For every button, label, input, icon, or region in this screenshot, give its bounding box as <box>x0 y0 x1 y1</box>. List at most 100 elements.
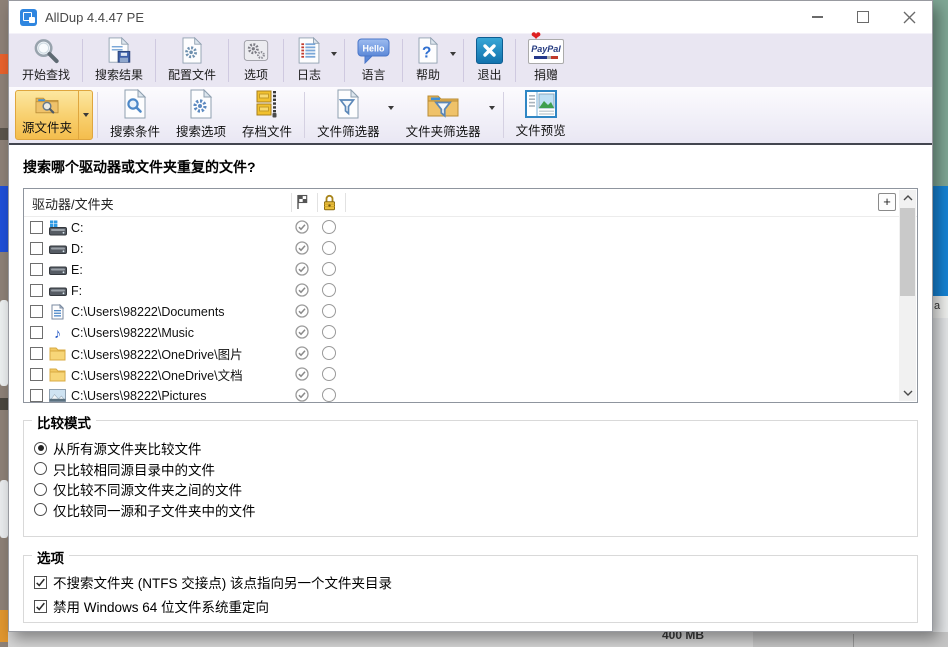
toolbar-separator <box>155 39 156 82</box>
checkbox-checked[interactable] <box>34 600 47 613</box>
close-button[interactable] <box>886 1 932 33</box>
search-enabled-icon[interactable] <box>295 388 309 402</box>
tab-archive-files[interactable]: 存档文件 <box>234 86 300 144</box>
list-item-drive-c[interactable]: C: <box>24 217 917 238</box>
search-results-button[interactable]: 搜索结果 <box>86 34 152 87</box>
scroll-down-button[interactable] <box>899 385 916 401</box>
tab-file-preview[interactable]: 文件预览 <box>508 87 574 143</box>
list-item-onedrive-documents[interactable]: C:\Users\98222\OneDrive\文档 <box>24 364 917 385</box>
protect-circle[interactable] <box>322 220 336 234</box>
search-enabled-icon[interactable] <box>295 346 309 360</box>
row-checkbox[interactable] <box>30 326 43 339</box>
search-enabled-icon[interactable] <box>295 325 309 339</box>
chevron-down-icon <box>489 106 495 110</box>
tab-source-folders[interactable]: 源文件夹 <box>15 90 93 140</box>
row-path: C: <box>71 221 84 235</box>
profiles-button[interactable]: 配置文件 <box>159 34 225 87</box>
row-checkbox[interactable] <box>30 221 43 234</box>
row-checkbox[interactable] <box>30 368 43 381</box>
tab-search-options[interactable]: 搜索选项 <box>168 86 234 144</box>
search-enabled-icon[interactable] <box>295 367 309 381</box>
scroll-up-button[interactable] <box>899 190 916 206</box>
exit-button[interactable]: 退出 <box>467 34 512 87</box>
radio[interactable] <box>34 462 47 475</box>
protect-circle[interactable] <box>322 283 336 297</box>
log-button[interactable]: 日志 <box>287 34 331 87</box>
protect-circle[interactable] <box>322 346 336 360</box>
option-ntfs-junction[interactable]: 不搜索文件夹 (NTFS 交接点) 该点指向另一个文件夹目录 <box>34 570 917 594</box>
radio[interactable] <box>34 503 47 516</box>
search-enabled-icon[interactable] <box>295 262 309 276</box>
lock-icon[interactable] <box>323 194 336 211</box>
scrollbar-thumb[interactable] <box>900 208 915 296</box>
minimize-button[interactable] <box>794 1 840 33</box>
background-window-text-edge: a <box>933 296 948 318</box>
option-disable-redirection[interactable]: 禁用 Windows 64 位文件系统重定向 <box>34 594 917 618</box>
row-checkbox[interactable] <box>30 389 43 402</box>
document-magnifier-icon <box>122 89 148 119</box>
protect-circle[interactable] <box>322 325 336 339</box>
help-dropdown-button[interactable] <box>450 34 460 87</box>
row-path: C:\Users\98222\Documents <box>71 305 225 319</box>
list-item-documents[interactable]: C:\Users\98222\Documents <box>24 301 917 322</box>
row-checkbox[interactable] <box>30 242 43 255</box>
tab-folder-filter[interactable]: 文件夹筛选器 <box>398 86 489 144</box>
row-checkbox[interactable] <box>30 284 43 297</box>
checkbox-checked[interactable] <box>34 576 47 589</box>
svg-text:Hello: Hello <box>363 44 386 54</box>
compare-option-source-and-subfolders[interactable]: 仅比较同一源和子文件夹中的文件 <box>34 500 917 521</box>
pictures-icon <box>48 388 67 404</box>
donate-button[interactable]: ❤ PayPal 捐赠 <box>519 34 573 87</box>
tab-label: 文件预览 <box>516 120 566 139</box>
options-button[interactable]: 选项 <box>232 34 280 87</box>
window-title: AllDup 4.4.47 PE <box>45 10 144 25</box>
list-item-onedrive-pictures[interactable]: C:\Users\98222\OneDrive\图片 <box>24 343 917 364</box>
protect-circle[interactable] <box>322 304 336 318</box>
search-enabled-icon[interactable] <box>295 241 309 255</box>
tab-file-filter[interactable]: 文件筛选器 <box>309 86 388 144</box>
protect-circle[interactable] <box>322 241 336 255</box>
document-save-icon <box>105 37 133 64</box>
search-enabled-icon[interactable] <box>295 283 309 297</box>
compare-option-same-source[interactable]: 只比较相同源目录中的文件 <box>34 459 917 480</box>
search-enabled-icon[interactable] <box>295 304 309 318</box>
add-folder-button[interactable]: + <box>878 193 896 211</box>
help-button[interactable]: ? 帮助 <box>406 34 450 87</box>
list-item-drive-f[interactable]: F: <box>24 280 917 301</box>
question-document-icon: ? <box>415 37 441 64</box>
chevron-down-icon <box>331 52 337 56</box>
window-controls <box>794 1 932 33</box>
search-flag-icon[interactable] <box>296 194 308 210</box>
radio[interactable] <box>34 483 47 496</box>
compare-option-all-sources[interactable]: 从所有源文件夹比较文件 <box>34 438 917 459</box>
column-header-folders[interactable]: 驱动器/文件夹 <box>32 194 114 213</box>
compare-option-different-sources[interactable]: 仅比较不同源文件夹之间的文件 <box>34 479 917 500</box>
folder-filter-dropdown-button[interactable] <box>489 106 499 124</box>
svg-text:?: ? <box>422 45 431 62</box>
toolbar-separator <box>228 39 229 82</box>
list-item-music[interactable]: ♪ C:\Users\98222\Music <box>24 322 917 343</box>
chevron-down-icon <box>83 113 89 117</box>
radio-selected[interactable] <box>34 442 47 455</box>
toolbar-button-label: 退出 <box>478 66 502 83</box>
protect-circle[interactable] <box>322 262 336 276</box>
tab-search-criteria[interactable]: 搜索条件 <box>102 86 168 144</box>
protect-circle[interactable] <box>322 367 336 381</box>
list-item-drive-d[interactable]: D: <box>24 238 917 259</box>
source-folders-dropdown-button[interactable] <box>78 91 92 139</box>
row-checkbox[interactable] <box>30 347 43 360</box>
protect-circle[interactable] <box>322 388 336 402</box>
start-search-button[interactable]: 开始查找 <box>13 34 79 87</box>
maximize-button[interactable] <box>840 1 886 33</box>
row-checkbox[interactable] <box>30 263 43 276</box>
row-checkbox[interactable] <box>30 305 43 318</box>
list-item-pictures[interactable]: C:\Users\98222\Pictures <box>24 385 917 403</box>
folder-icon <box>48 367 67 383</box>
divider <box>853 634 854 647</box>
list-scrollbar[interactable] <box>899 190 916 401</box>
file-filter-dropdown-button[interactable] <box>388 106 398 124</box>
search-enabled-icon[interactable] <box>295 220 309 234</box>
language-button[interactable]: Hello 语言 <box>348 34 399 87</box>
log-dropdown-button[interactable] <box>331 34 341 87</box>
list-item-drive-e[interactable]: E: <box>24 259 917 280</box>
